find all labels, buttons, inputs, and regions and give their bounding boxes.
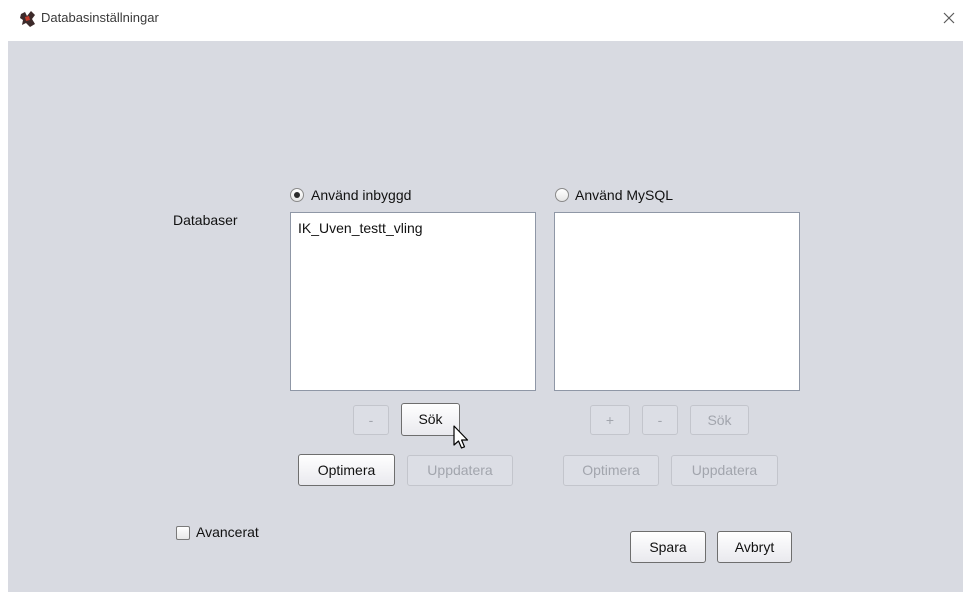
mysql-remove-button[interactable]: - xyxy=(642,405,678,435)
mysql-add-button[interactable]: + xyxy=(590,405,630,435)
save-button[interactable]: Spara xyxy=(630,531,706,563)
cancel-button[interactable]: Avbryt xyxy=(717,531,792,563)
embedded-optimize-button[interactable]: Optimera xyxy=(298,454,395,486)
mysql-database-list[interactable] xyxy=(554,212,800,391)
mouse-cursor-icon xyxy=(453,425,469,449)
embedded-database-list[interactable]: IK_Uven_testt_vling xyxy=(290,212,536,391)
list-item[interactable]: IK_Uven_testt_vling xyxy=(298,220,423,236)
radio-label-embedded[interactable]: Använd inbyggd xyxy=(311,187,411,203)
advanced-label[interactable]: Avancerat xyxy=(196,524,259,540)
mysql-update-button[interactable]: Uppdatera xyxy=(671,455,778,486)
embedded-remove-button[interactable]: - xyxy=(353,405,389,435)
radio-label-mysql[interactable]: Använd MySQL xyxy=(575,187,673,203)
databases-label: Databaser xyxy=(173,212,238,228)
window-border xyxy=(963,41,971,592)
mysql-search-button[interactable]: Sök xyxy=(690,405,749,435)
radio-dot xyxy=(294,192,300,198)
window-title: Databasinställningar xyxy=(41,10,159,25)
radio-use-mysql[interactable] xyxy=(555,188,569,202)
app-logo-icon xyxy=(20,11,35,27)
close-icon[interactable] xyxy=(938,7,960,29)
advanced-checkbox[interactable] xyxy=(176,526,190,540)
title-bar: Databasinställningar xyxy=(0,0,971,41)
embedded-update-button[interactable]: Uppdatera xyxy=(407,455,513,486)
radio-use-embedded[interactable] xyxy=(290,188,304,202)
mysql-optimize-button[interactable]: Optimera xyxy=(563,455,659,486)
